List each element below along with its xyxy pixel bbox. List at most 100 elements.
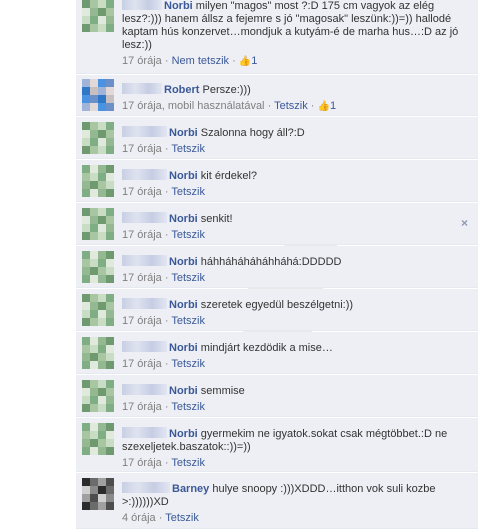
meta-separator: · [164,272,169,284]
comment-timestamp[interactable]: 17 órája [122,229,162,241]
redacted-name [122,341,167,352]
avatar[interactable] [82,0,114,32]
avatar[interactable] [82,294,114,326]
meta-separator: · [164,143,169,155]
comment-item: Norbi milyen "magos" most ?:D 175 cm vag… [76,0,478,74]
comment-body: Norbi Szalonna hogy áll?:D 17 órája · Tet… [122,126,460,156]
like-link[interactable]: Tetszik [171,272,205,284]
comment-timestamp[interactable]: 4 órája [122,512,156,524]
comment-author-link[interactable]: Norbi [169,428,198,440]
comment-item: Norbi kit érdekel? 17 órája · Tetszik [76,160,478,202]
comment-author-link[interactable]: Norbi [169,385,198,397]
comment-meta: 17 órája · Tetszik [122,358,460,371]
comment-timestamp[interactable]: 17 órája [122,55,162,67]
comment-meta: 17 órája, mobil használatával · Tetszik … [122,100,337,112]
comment-timestamp[interactable]: 17 órája [122,358,162,370]
redacted-name [122,126,167,137]
like-count[interactable]: 👍1 [318,100,337,112]
comment-body: Robert Persze:))) 17 órája, mobil használ… [122,83,460,113]
comment-timestamp[interactable]: 17 órája [122,272,162,284]
comment-meta: 17 órája · Nem tetszik · 👍1 [122,55,460,68]
comment-timestamp[interactable]: 17 órája [122,186,162,198]
redacted-name [122,298,167,309]
comment-author-link[interactable]: Norbi [169,299,198,311]
avatar[interactable] [82,423,114,455]
like-link[interactable]: Tetszik [171,315,205,327]
like-link[interactable]: Tetszik [171,229,205,241]
avatar[interactable] [82,251,114,283]
meta-separator: · [164,401,169,413]
comment-text: senkit! [200,213,233,225]
avatar[interactable] [82,165,114,197]
like-link[interactable]: Tetszik [274,100,308,112]
close-icon[interactable]: × [461,216,468,230]
meta-separator: · [310,100,315,112]
like-count-number: 1 [329,100,337,112]
comment-text: Szalonna hogy áll?:D [200,127,305,139]
comment-author-link[interactable]: Robert [164,84,199,96]
comment-item: Norbi gyermekim ne igyatok.sokat csak mé… [76,418,478,472]
comment-author-link[interactable]: Barney [172,483,209,495]
comment-body: Norbi szeretek egyedül beszélgetni:)) 17 … [122,298,460,328]
comment-body: Norbi semmise 17 órája · Tetszik [122,384,460,414]
comment-meta: 17 órája · Tetszik [122,143,460,156]
avatar[interactable] [82,122,114,154]
like-link[interactable]: Tetszik [171,358,205,370]
like-link[interactable]: Tetszik [171,143,205,155]
comment-timestamp[interactable]: 17 órája [122,457,162,469]
like-link[interactable]: Tetszik [171,457,205,469]
redacted-name [122,169,167,180]
comment-meta: 4 órája · Tetszik [122,512,460,525]
comment-item: Robert Persze:))) 17 órája, mobil használ… [76,75,478,116]
comment-timestamp[interactable]: 17 órája [122,143,162,155]
comment-text: Persze:))) [202,84,251,96]
comment-author-link[interactable]: Norbi [169,170,198,182]
comment-author-link[interactable]: Norbi [169,342,198,354]
like-count-number: 1 [251,55,258,67]
meta-separator: · [164,229,169,241]
redacted-name [122,384,167,395]
comment-text: szeretek egyedül beszélgetni:)) [200,299,354,311]
comment-via: mobil használatával [167,100,265,112]
comment-body: Barney hulye snoopy :)))XDDD…itthon vok … [122,482,460,525]
meta-separator: · [164,457,169,469]
comment-author-link[interactable]: Norbi [169,127,198,139]
avatar[interactable] [82,478,114,510]
comment-timestamp[interactable]: 17 órája [122,100,162,112]
meta-separator: · [164,315,169,327]
comment-author-link[interactable]: Norbi [169,213,198,225]
like-link[interactable]: Tetszik [171,401,205,413]
meta-separator: · [164,55,169,67]
comment-body: Norbi gyermekim ne igyatok.sokat csak mé… [122,427,460,470]
comment-meta: 17 órája · Tetszik [122,401,460,414]
like-link[interactable]: Tetszik [171,186,205,198]
thumbs-up-icon: 👍 [238,56,252,67]
meta-separator: · [232,55,236,67]
comment-body: Norbi háhháháháháhháhá:DDDDD 17 órája · T… [122,255,460,285]
comment-timestamp[interactable]: 17 órája [122,315,162,327]
redacted-name [122,0,162,10]
redacted-name [122,83,162,94]
avatar[interactable] [82,79,114,111]
comment-text: háhháháháháhháhá:DDDDD [200,256,342,268]
comment-author-link[interactable]: Norbi [164,0,193,12]
redacted-name [122,482,170,493]
meta-separator: · [164,358,169,370]
comment-item: Norbi senkit! 17 órája · Tetszik × [76,203,478,245]
redacted-name [122,212,167,223]
comment-body: Norbi milyen "magos" most ?:D 175 cm vag… [122,0,460,68]
avatar[interactable] [82,380,114,412]
comment-body: Norbi kit érdekel? 17 órája · Tetszik [122,169,460,199]
comment-item: Barney hulye snoopy :)))XDDD…itthon vok … [76,473,478,529]
avatar[interactable] [82,337,114,369]
like-link[interactable]: Tetszik [165,512,199,524]
comment-meta: 17 órája · Tetszik [122,229,460,242]
comment-timestamp[interactable]: 17 órája [122,401,162,413]
comment-author-link[interactable]: Norbi [169,256,198,268]
meta-separator: · [164,186,169,198]
thumbs-up-icon: 👍 [317,101,330,112]
like-count[interactable]: 👍1 [239,55,258,67]
like-link[interactable]: Nem tetszik [172,55,229,67]
comment-meta: 17 órája · Tetszik [122,272,460,285]
avatar[interactable] [82,208,114,240]
